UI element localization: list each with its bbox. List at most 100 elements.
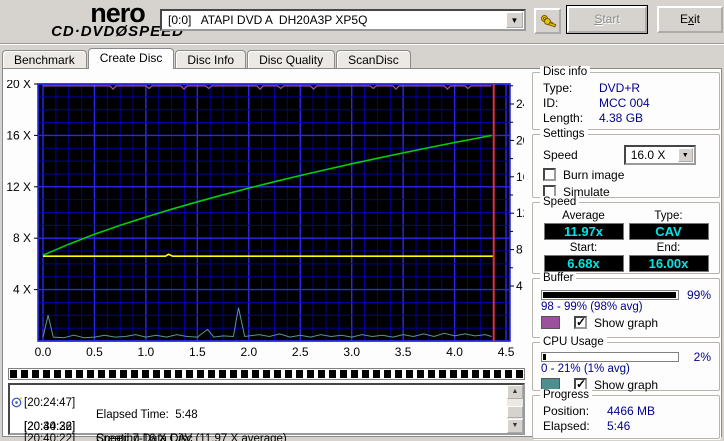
disc-info-panel: Disc info Type: DVD+R ID: MCC 004 Length…: [532, 72, 720, 130]
disc-id-row: ID: MCC 004: [533, 96, 719, 111]
speed-chart-svg: 20 X 16 X 12 X 8 X 4 X 24 20 16 12 8 4 0.0 0.5 1.0 1.5…: [2, 80, 524, 360]
disc-length-row: Length: 4.38 GB: [533, 111, 719, 126]
log-message: Speed:7-16 X CAV (11.97 X average): [96, 433, 287, 441]
scroll-up-button[interactable]: ▲: [507, 385, 523, 399]
logo-cddvd-text: CD·DVD: [51, 23, 115, 40]
panel-title: Settings: [540, 128, 588, 140]
drive-select-dropdown-button[interactable]: ▼: [506, 12, 523, 28]
buffer-show-graph-checkbox[interactable]: [574, 316, 587, 329]
status-log[interactable]: [20:24:47] Elapsed Time: 5:48 [20:34:36]…: [8, 383, 525, 435]
speed-select-value: 16.0 X: [626, 148, 678, 162]
buffer-color-swatch: [541, 316, 560, 329]
scrollbar-thumb[interactable]: [507, 406, 523, 418]
speed-type-label: Type:: [626, 210, 711, 223]
average-speed-display: 11.97x: [544, 223, 624, 240]
x-axis-label: 0.5: [86, 345, 103, 359]
disc-logo-icon: Ø: [115, 23, 128, 40]
burning-disc-icon: [11, 397, 22, 408]
cpu-percent: 2%: [685, 350, 711, 364]
buffer-panel: Buffer 99% 98 - 99% (98% avg) Show graph: [532, 278, 720, 338]
sidebar: Disc info Type: DVD+R ID: MCC 004 Length…: [532, 72, 720, 441]
panel-title: Progress: [540, 389, 592, 401]
start-button[interactable]: Start: [567, 6, 647, 33]
log-timestamp: [20:40:22]: [24, 433, 75, 441]
buffer-range: 98 - 99% (98% avg): [533, 301, 719, 314]
x-axis-label: 1.0: [138, 345, 155, 359]
options-button[interactable]: [534, 8, 561, 34]
burn-progress-bar: [8, 368, 525, 380]
position-label: Position:: [543, 404, 607, 419]
log-row: [20:40:22] Elapsed Time: 5:46: [10, 421, 523, 433]
y-axis-label-left: 16 X: [6, 128, 31, 142]
log-row: [20:40:22] Speed:7-16 X CAV (11.97 X ave…: [10, 409, 523, 421]
tab-disc-quality[interactable]: Disc Quality: [247, 50, 335, 69]
speed-panel: Speed Average 11.97x Type: CAV Start: 6.…: [532, 202, 720, 274]
tab-disc-info[interactable]: Disc Info: [175, 50, 246, 69]
speed-select-dropdown-button[interactable]: ▼: [678, 148, 693, 162]
x-axis-label: 0.0: [35, 345, 52, 359]
y-axis-label-left: 20 X: [6, 80, 31, 91]
position-value: 4466 MB: [607, 404, 655, 419]
end-speed-display: 16.00x: [629, 255, 709, 272]
speed-label: Speed: [543, 148, 578, 162]
buffer-percent: 99%: [685, 288, 711, 302]
drive-select-value: [0:0] ATAPI DVD A DH20A3P XP5Q: [162, 13, 506, 27]
keys-icon: [539, 12, 557, 30]
burn-image-checkbox[interactable]: [543, 168, 556, 181]
speed-chart: 20 X 16 X 12 X 8 X 4 X 24 20 16 12 8 4 0.0 0.5 1.0 1.5…: [2, 80, 524, 360]
panel-title: CPU Usage: [540, 336, 607, 348]
tab-scandisc[interactable]: ScanDisc: [336, 50, 411, 69]
x-axis-label: 3.0: [343, 345, 360, 359]
disc-id-label: ID:: [543, 96, 599, 111]
speed-select[interactable]: 16.0 X ▼: [624, 145, 696, 165]
y-axis-label-right: 20: [516, 133, 524, 147]
x-axis-label: 2.0: [240, 345, 257, 359]
elapsed-label: Elapsed:: [543, 419, 607, 434]
y-axis-label-right: 4: [516, 279, 523, 293]
panel-title: Speed: [540, 196, 579, 208]
end-speed-label: End:: [626, 242, 711, 255]
top-toolbar: nero CD·DVDØSPEED [0:0] ATAPI DVD A DH20…: [0, 0, 724, 42]
y-axis-label-left: 8 X: [13, 231, 31, 245]
log-scrollbar[interactable]: ▲ ▼: [507, 385, 523, 433]
panel-title: Buffer: [540, 272, 576, 284]
panel-title: Disc info: [540, 66, 590, 78]
scroll-down-button[interactable]: ▼: [507, 419, 523, 433]
drive-select[interactable]: [0:0] ATAPI DVD A DH20A3P XP5Q ▼: [160, 9, 526, 31]
tab-create-disc[interactable]: Create Disc: [88, 48, 175, 69]
burn-image-label: Burn image: [563, 168, 624, 182]
disc-length-value: 4.38 GB: [599, 111, 643, 126]
x-axis-label: 4.5: [498, 345, 515, 359]
buffer-meter-fill: [543, 292, 676, 298]
progress-panel: Progress Position: 4466 MB Elapsed: 5:46: [532, 395, 720, 439]
disc-type-value: DVD+R: [599, 81, 640, 96]
cpu-range: 0 - 21% (1% avg): [533, 363, 719, 376]
cpu-meter-fill: [543, 354, 546, 360]
x-axis-label: 2.5: [292, 345, 309, 359]
tab-strip: Benchmark Create Disc Disc Info Disc Qua…: [2, 48, 412, 69]
start-speed-display: 6.68x: [544, 255, 624, 272]
y-axis-label-right: 16: [516, 170, 524, 184]
disc-length-label: Length:: [543, 111, 599, 126]
x-axis-label: 3.5: [395, 345, 412, 359]
elapsed-value: 5:46: [607, 419, 630, 434]
disc-type-row: Type: DVD+R: [533, 81, 719, 96]
y-axis-label-left: 12 X: [6, 180, 31, 194]
y-axis-label-right: 8: [516, 243, 523, 257]
cpu-meter: [541, 352, 679, 362]
speed-type-display: CAV: [629, 223, 709, 240]
buffer-meter: [541, 290, 679, 300]
disc-type-label: Type:: [543, 81, 599, 96]
y-axis-label-right: 24: [516, 97, 524, 111]
start-speed-label: Start:: [541, 242, 626, 255]
y-axis-label-right: 12: [516, 206, 524, 220]
x-axis-label: 4.0: [446, 345, 463, 359]
average-speed-label: Average: [541, 210, 626, 223]
y-axis-label-left: 4 X: [13, 283, 31, 297]
exit-button[interactable]: Exit: [657, 6, 723, 33]
x-axis-label: 1.5: [189, 345, 206, 359]
buffer-show-graph-label: Show graph: [594, 316, 658, 330]
settings-panel: Settings Speed 16.0 X ▼ Burn image Simul…: [532, 134, 720, 198]
tab-benchmark[interactable]: Benchmark: [2, 50, 87, 69]
log-row: [20:34:36] Creating Data Disc: [10, 397, 523, 409]
